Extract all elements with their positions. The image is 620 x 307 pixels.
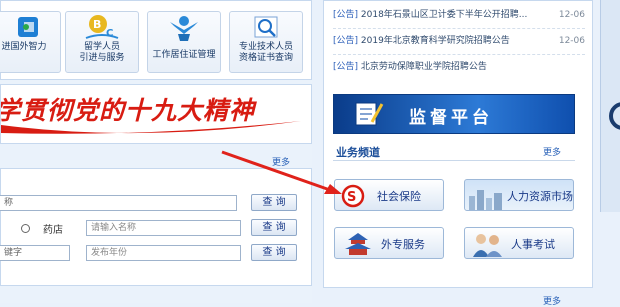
red-arrow-annotation: [221, 150, 342, 194]
